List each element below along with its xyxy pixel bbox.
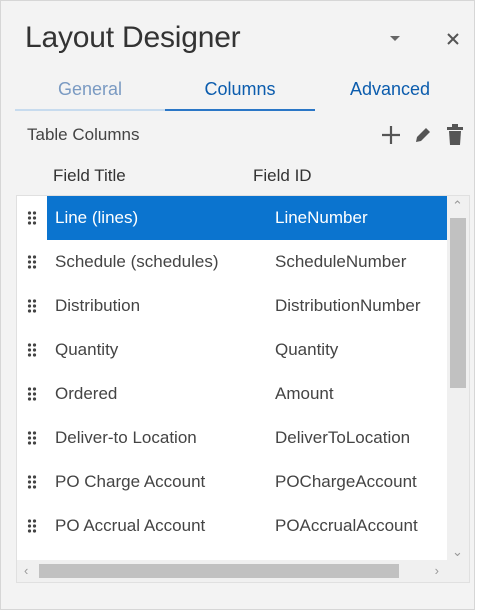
tab-bar: General Columns Advanced: [15, 69, 465, 111]
field-id-cell: POAccrualAccount: [275, 516, 418, 535]
scroll-right-icon[interactable]: ›: [435, 563, 439, 578]
panel-title: Layout Designer: [25, 21, 241, 54]
table-row[interactable]: Ordered Amount: [17, 372, 447, 416]
table-row[interactable]: PO Accrual Account POAccrualAccount: [17, 504, 447, 548]
drag-handle-icon[interactable]: [17, 284, 47, 328]
field-id-cell: DistributionNumber: [275, 296, 421, 315]
horizontal-scroll-thumb[interactable]: [39, 564, 399, 578]
field-id-cell: LineNumber: [275, 208, 368, 227]
field-id-cell: POChargeAccount: [275, 472, 417, 491]
drag-handle-icon[interactable]: [17, 416, 47, 460]
field-id-header[interactable]: Field ID: [253, 166, 312, 186]
field-title-cell: Ordered: [55, 384, 118, 403]
drag-handle-icon[interactable]: [17, 504, 47, 548]
field-id-cell: ScheduleNumber: [275, 252, 407, 271]
field-title-cell: Schedule (schedules): [55, 252, 219, 271]
drag-handle-icon[interactable]: [17, 328, 47, 372]
vertical-scroll-thumb[interactable]: [450, 218, 466, 388]
drag-handle-icon[interactable]: [17, 196, 47, 240]
scroll-up-icon[interactable]: ⌃: [452, 198, 463, 214]
table-row[interactable]: Line (lines) LineNumber: [17, 196, 447, 240]
field-title-header[interactable]: Field Title: [53, 166, 126, 186]
tab-advanced[interactable]: Advanced: [315, 69, 465, 111]
scroll-left-icon[interactable]: ‹: [24, 563, 28, 578]
drag-handle-icon[interactable]: [17, 460, 47, 504]
scroll-down-icon[interactable]: ⌄: [452, 544, 463, 560]
pencil-icon[interactable]: [411, 121, 435, 149]
table-row[interactable]: PO Charge Account POChargeAccount: [17, 460, 447, 504]
field-id-cell: Amount: [275, 384, 334, 403]
table-row[interactable]: Deliver-to Location DeliverToLocation: [17, 416, 447, 460]
table-row[interactable]: Schedule (schedules) ScheduleNumber: [17, 240, 447, 284]
drag-handle-icon[interactable]: [17, 372, 47, 416]
scroll-corner: [447, 560, 469, 582]
field-id-cell: DeliverToLocation: [275, 428, 411, 447]
field-title-cell: Line (lines): [55, 208, 139, 227]
plus-icon[interactable]: [379, 121, 403, 149]
field-title-cell: Quantity: [55, 340, 119, 359]
field-title-cell: PO Accrual Account: [55, 516, 206, 535]
horizontal-scrollbar[interactable]: ‹ ›: [17, 560, 447, 582]
tab-general[interactable]: General: [15, 69, 165, 111]
field-title-cell: PO Charge Account: [55, 472, 206, 491]
columns-grid: Line (lines) LineNumber Schedule (schedule…: [16, 195, 470, 583]
close-icon[interactable]: [441, 27, 465, 51]
table-row[interactable]: Distribution DistributionNumber: [17, 284, 447, 328]
dropdown-icon[interactable]: [383, 27, 407, 51]
field-title-cell: Deliver-to Location: [55, 428, 197, 447]
table-columns-label: Table Columns: [27, 125, 140, 144]
table-row[interactable]: Quantity Quantity: [17, 328, 447, 372]
layout-designer-panel: Layout Designer General Columns Advanced…: [0, 0, 475, 610]
drag-handle-icon[interactable]: [17, 240, 47, 284]
tab-columns[interactable]: Columns: [165, 69, 315, 111]
field-id-cell: Quantity: [275, 340, 339, 359]
field-title-cell: Distribution: [55, 296, 141, 315]
vertical-scrollbar[interactable]: ⌃ ⌄: [447, 196, 469, 562]
trash-icon[interactable]: [443, 121, 467, 149]
